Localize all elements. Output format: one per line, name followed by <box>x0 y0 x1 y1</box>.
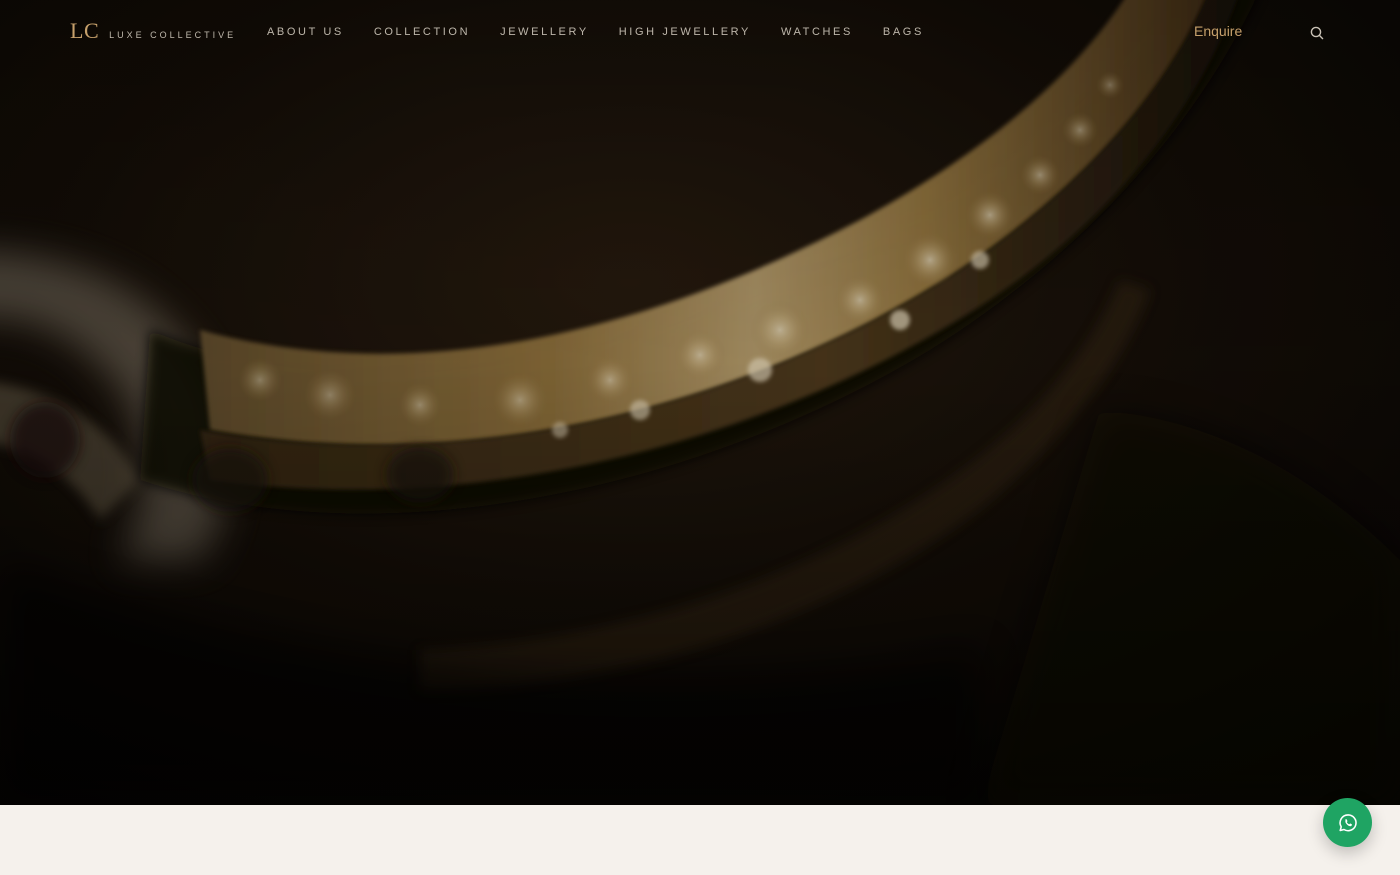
whatsapp-icon <box>1338 813 1357 831</box>
nav-item-jewellery[interactable]: JEWELLERY <box>500 26 589 38</box>
nav-item-collection[interactable]: COLLECTION <box>374 26 470 38</box>
page: LC LUXE COLLECTIVE ABOUT US COLLECTION J… <box>0 0 1400 875</box>
hero-section <box>0 0 1400 805</box>
brand-name: LUXE COLLECTIVE <box>109 30 237 40</box>
brand-mark: LC <box>70 18 100 43</box>
nav-item-high-jewellery[interactable]: HIGH JEWELLERY <box>619 26 751 38</box>
nav-item-bags[interactable]: BAGS <box>883 26 924 38</box>
brand-logo[interactable]: LC LUXE COLLECTIVE <box>70 18 236 44</box>
content-section <box>0 805 1400 875</box>
nav-item-watches[interactable]: WATCHES <box>781 26 853 38</box>
enquire-link[interactable]: Enquire <box>1194 23 1242 39</box>
main-nav: ABOUT US COLLECTION JEWELLERY HIGH JEWEL… <box>267 26 954 38</box>
whatsapp-button[interactable] <box>1323 798 1372 847</box>
nav-item-about-us[interactable]: ABOUT US <box>267 26 344 38</box>
hero-image <box>0 0 1400 805</box>
site-header: LC LUXE COLLECTIVE ABOUT US COLLECTION J… <box>0 0 1400 64</box>
search-icon <box>1310 26 1324 40</box>
search-button[interactable] <box>1308 24 1326 42</box>
